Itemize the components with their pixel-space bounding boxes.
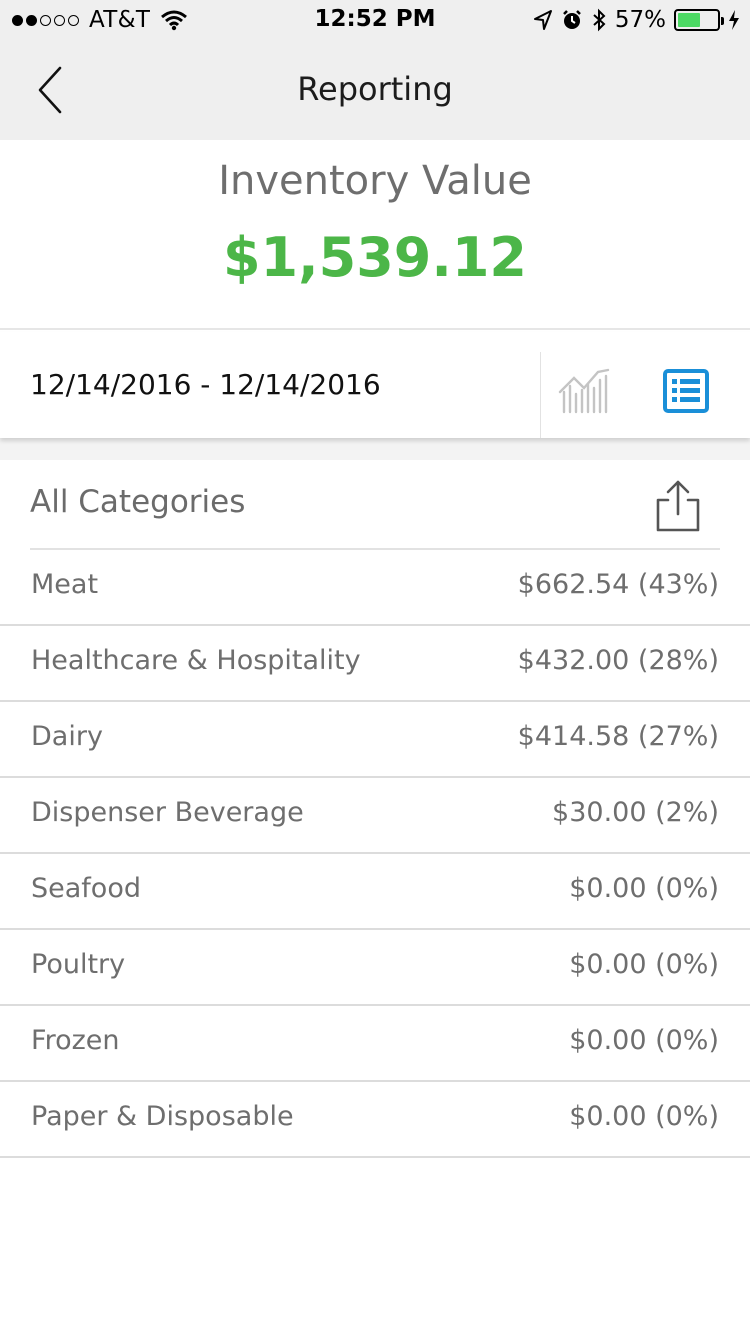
category-row[interactable]: Seafood $0.00 (0%) <box>0 854 750 930</box>
category-list: Meat $662.54 (43%) Healthcare & Hospitalit… <box>0 550 750 1158</box>
chart-view-button[interactable] <box>556 366 612 416</box>
category-row[interactable]: Meat $662.54 (43%) <box>0 550 750 626</box>
section-gap <box>0 438 750 460</box>
location-arrow-icon <box>533 10 552 30</box>
bluetooth-icon <box>593 8 606 32</box>
category-value: $0.00 (0%) <box>569 949 719 980</box>
share-button[interactable] <box>652 478 704 534</box>
nav-bar: Reporting <box>0 40 750 140</box>
category-row[interactable]: Dairy $414.58 (27%) <box>0 702 750 778</box>
status-bar: AT&T 12:52 PM 57% <box>0 0 750 40</box>
category-name: Poultry <box>31 949 126 980</box>
alarm-clock-icon <box>562 10 581 29</box>
category-name: Dispenser Beverage <box>31 797 304 828</box>
inventory-summary: Inventory Value $1,539.12 <box>0 140 750 330</box>
category-row[interactable]: Paper & Disposable $0.00 (0%) <box>0 1082 750 1158</box>
categories-header: All Categories <box>0 460 750 550</box>
battery-percent: 57% <box>614 7 666 33</box>
category-value: $662.54 (43%) <box>517 569 719 600</box>
share-icon <box>656 480 700 532</box>
summary-label: Inventory Value <box>218 158 532 204</box>
category-value: $0.00 (0%) <box>569 873 719 904</box>
category-value: $30.00 (2%) <box>552 797 719 828</box>
category-name: Dairy <box>31 721 103 752</box>
charging-bolt-icon <box>729 10 739 30</box>
page-title: Reporting <box>297 70 453 108</box>
category-name: Paper & Disposable <box>31 1101 294 1132</box>
inventory-value: $1,539.12 <box>222 226 528 289</box>
category-value: $432.00 (28%) <box>517 645 719 676</box>
category-value: $0.00 (0%) <box>569 1101 719 1132</box>
divider <box>540 352 541 438</box>
bar-chart-icon <box>558 368 610 414</box>
category-row[interactable]: Frozen $0.00 (0%) <box>0 1006 750 1082</box>
category-name: Meat <box>31 569 99 600</box>
category-name: Healthcare & Hospitality <box>31 645 361 676</box>
category-row[interactable]: Healthcare & Hospitality $432.00 (28%) <box>0 626 750 702</box>
category-row[interactable]: Poultry $0.00 (0%) <box>0 930 750 1006</box>
list-view-button[interactable] <box>662 368 712 416</box>
battery-fill <box>678 13 700 27</box>
category-name: Seafood <box>31 873 141 904</box>
category-name: Frozen <box>31 1025 120 1056</box>
date-range-bar: 12/14/2016 - 12/14/2016 <box>0 332 750 438</box>
status-right: 57% <box>533 6 740 34</box>
date-range-selector[interactable]: 12/14/2016 - 12/14/2016 <box>30 368 381 401</box>
list-view-icon <box>663 369 709 413</box>
category-value: $0.00 (0%) <box>569 1025 719 1056</box>
category-value: $414.58 (27%) <box>517 721 719 752</box>
battery-icon <box>674 9 724 31</box>
categories-filter[interactable]: All Categories <box>30 484 245 520</box>
category-row[interactable]: Dispenser Beverage $30.00 (2%) <box>0 778 750 854</box>
